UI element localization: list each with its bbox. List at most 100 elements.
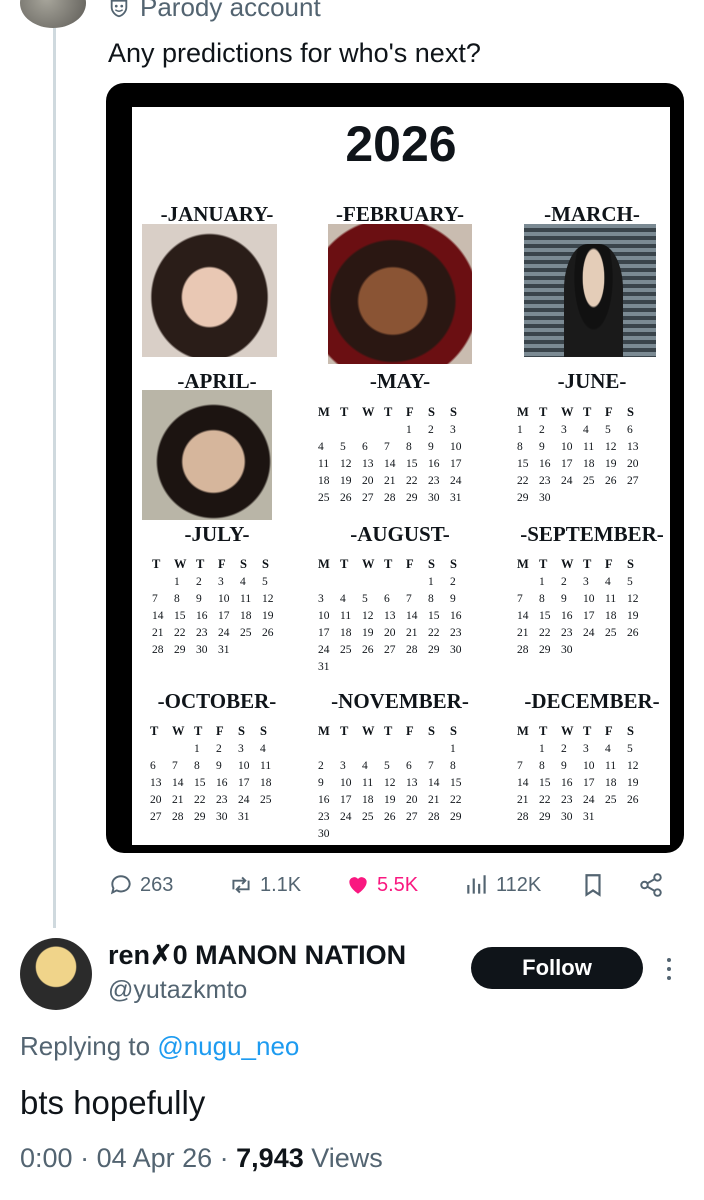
day-cell: 24 xyxy=(238,793,250,806)
photo-february xyxy=(328,224,472,364)
weekday-label: T xyxy=(340,724,349,738)
week-row: 8 9 10 11 12 13 xyxy=(517,438,649,455)
weekday-label: S xyxy=(627,405,634,419)
day-cell: 10 xyxy=(238,759,250,772)
repost-icon xyxy=(232,876,250,894)
action-bar: 263 1.1K 5.5K 112K xyxy=(0,870,704,904)
grid-august: M T W T F S S 1 2 3 4 5 6 7 8 9 10 11 12 13 14 15 16 17 18 19 20 21… xyxy=(318,556,472,675)
week-row: 6 7 8 9 10 11 xyxy=(150,757,282,774)
day-cell: 25 xyxy=(605,793,617,806)
reply-avatar[interactable] xyxy=(20,938,92,1010)
weekday-label: T xyxy=(340,405,349,419)
reply-button[interactable]: 263 xyxy=(108,872,173,898)
day-cell: 24 xyxy=(561,474,573,487)
day-cell: 25 xyxy=(340,643,352,656)
day-cell: 31 xyxy=(238,810,250,823)
day-cell: 15 xyxy=(517,457,529,470)
weekday-label: M xyxy=(318,405,330,419)
reply-handle[interactable]: @yutazkmto xyxy=(108,976,247,1005)
bookmark-button[interactable] xyxy=(580,872,606,898)
day-cell: 4 xyxy=(605,575,611,588)
day-cell: 22 xyxy=(406,474,418,487)
day-cell: 21 xyxy=(172,793,184,806)
weekday-label: W xyxy=(362,724,375,738)
share-icon xyxy=(640,873,662,897)
views-button[interactable]: 112K xyxy=(464,872,541,898)
week-row: 1 2 3 4 xyxy=(150,740,282,757)
day-cell: 3 xyxy=(583,742,589,755)
day-cell: 3 xyxy=(450,423,456,436)
reply-text: bts hopefully xyxy=(20,1084,206,1121)
tweet-date[interactable]: 04 Apr 26 xyxy=(97,1143,213,1173)
parent-avatar[interactable] xyxy=(20,0,86,28)
day-cell: 29 xyxy=(539,643,551,656)
tweet-time[interactable]: 0:00 xyxy=(20,1143,73,1173)
day-cell: 16 xyxy=(450,609,462,622)
day-cell: 19 xyxy=(605,457,617,470)
day-cell: 13 xyxy=(627,440,639,453)
day-cell: 7 xyxy=(517,592,523,605)
day-cell: 8 xyxy=(406,440,412,453)
grid-may: M T W T F S S 1 2 3 4 5 6 7 8 9 10 11 12 13 14 15 16 17 18 19 20 21… xyxy=(318,404,472,506)
weekday-label: S xyxy=(627,557,634,571)
month-november: -NOVEMBER- xyxy=(331,689,469,713)
day-cell: 5 xyxy=(605,423,611,436)
replying-to-link[interactable]: @nugu_neo xyxy=(157,1031,299,1061)
reply-display-name[interactable]: ren✗0 MANON NATION xyxy=(108,940,406,971)
day-cell: 14 xyxy=(428,776,440,789)
week-row: 1 2 3 4 5 xyxy=(517,740,649,757)
day-cell: 10 xyxy=(583,592,595,605)
day-cell: 6 xyxy=(406,759,412,772)
day-cell: 12 xyxy=(362,609,374,622)
photo-april xyxy=(142,390,272,520)
day-cell: 14 xyxy=(152,609,164,622)
day-cell: 4 xyxy=(583,423,589,436)
weekday-label: F xyxy=(605,557,613,571)
day-cell: 2 xyxy=(539,423,545,436)
day-cell: 4 xyxy=(605,742,611,755)
week-row: 1 xyxy=(318,740,472,757)
day-cell: 6 xyxy=(384,592,390,605)
weekday-label: S xyxy=(450,724,457,738)
day-cell: 28 xyxy=(172,810,184,823)
day-cell: 20 xyxy=(150,793,162,806)
weekday-label: F xyxy=(605,405,613,419)
month-september: -SEPTEMBER- xyxy=(520,522,664,546)
day-cell: 17 xyxy=(218,609,230,622)
more-options-icon[interactable] xyxy=(664,956,674,982)
day-cell: 18 xyxy=(260,776,272,789)
day-cell: 9 xyxy=(561,592,567,605)
day-cell: 1 xyxy=(428,575,434,588)
week-row: 24 25 26 27 28 29 30 xyxy=(318,641,472,658)
day-cell: 22 xyxy=(174,626,186,639)
day-cell: 8 xyxy=(517,440,523,453)
day-cell: 1 xyxy=(406,423,412,436)
share-button[interactable] xyxy=(638,872,664,898)
like-button[interactable]: 5.5K xyxy=(345,872,418,898)
follow-button[interactable]: Follow xyxy=(471,947,643,989)
day-cell: 3 xyxy=(583,575,589,588)
weekday-label: T xyxy=(583,405,592,419)
repost-button[interactable]: 1.1K xyxy=(228,872,301,898)
day-cell: 21 xyxy=(517,793,529,806)
weekday-label: W xyxy=(362,405,375,419)
day-cell: 30 xyxy=(196,643,208,656)
replying-prefix: Replying to xyxy=(20,1031,151,1061)
weekday-label: S xyxy=(240,557,247,571)
day-cell: 31 xyxy=(318,660,330,673)
day-cell: 10 xyxy=(583,759,595,772)
day-cell: 7 xyxy=(406,592,412,605)
day-cell: 14 xyxy=(406,609,418,622)
day-cell: 7 xyxy=(172,759,178,772)
grid-november: M T W T F S S 1 2 3 4 5 6 7 8 9 10 11 12 13 14 15 16 17 18 19 20 21… xyxy=(318,723,472,842)
day-cell: 18 xyxy=(240,609,252,622)
day-cell: 16 xyxy=(196,609,208,622)
weekday-label: W xyxy=(561,557,574,571)
day-cell: 15 xyxy=(539,609,551,622)
day-cell: 28 xyxy=(517,643,529,656)
day-cell: 11 xyxy=(605,592,617,605)
day-cell: 29 xyxy=(539,810,551,823)
day-cell: 25 xyxy=(605,626,617,639)
day-cell: 25 xyxy=(318,491,330,504)
day-cell: 27 xyxy=(384,643,396,656)
